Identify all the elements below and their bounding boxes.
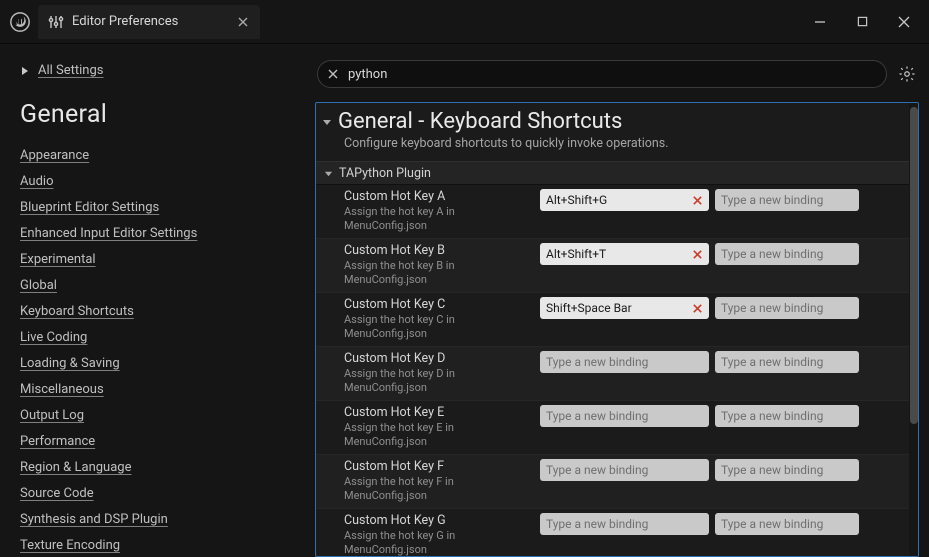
binding-value: Shift+Space Bar — [546, 301, 632, 315]
shortcut-title: Custom Hot Key D — [344, 351, 534, 367]
search-field-wrap — [317, 60, 887, 88]
sidebar-item-blueprint-editor-settings[interactable]: Blueprint Editor Settings — [20, 195, 315, 221]
sidebar-item-synthesis-and-dsp-plugin[interactable]: Synthesis and DSP Plugin — [20, 507, 315, 533]
binding-clear-button[interactable] — [689, 300, 705, 316]
sidebar-item-keyboard-shortcuts[interactable]: Keyboard Shortcuts — [20, 299, 315, 325]
shortcut-title: Custom Hot Key E — [344, 405, 534, 421]
window-minimize-button[interactable] — [799, 7, 841, 37]
content-pane: General - Keyboard Shortcuts Configure k… — [315, 44, 929, 557]
binding-secondary-input[interactable]: Type a new binding — [715, 459, 859, 481]
shortcut-row: Custom Hot Key BAssign the hot key B in … — [316, 239, 910, 293]
tab-editor-preferences[interactable]: Editor Preferences — [38, 5, 260, 39]
window-maximize-button[interactable] — [841, 7, 883, 37]
shortcut-row: Custom Hot Key FAssign the hot key F in … — [316, 455, 910, 509]
sidebar-item-performance[interactable]: Performance — [20, 429, 315, 455]
sidebar-item-output-log[interactable]: Output Log — [20, 403, 315, 429]
binding-value: Alt+Shift+G — [546, 193, 607, 207]
sidebar-item-appearance[interactable]: Appearance — [20, 143, 315, 169]
settings-gear-button[interactable] — [895, 62, 919, 86]
group-collapse-icon — [324, 169, 333, 178]
settings-panel: General - Keyboard Shortcuts Configure k… — [315, 102, 919, 557]
main-area: All Settings General AppearanceAudioBlue… — [0, 44, 929, 557]
binding-primary-input[interactable]: Alt+Shift+G — [540, 189, 709, 211]
shortcut-row: Custom Hot Key EAssign the hot key E in … — [316, 401, 910, 455]
binding-clear-button[interactable] — [689, 246, 705, 262]
sidebar-item-experimental[interactable]: Experimental — [20, 247, 315, 273]
section-subtitle: Configure keyboard shortcuts to quickly … — [316, 136, 918, 161]
shortcut-description: Assign the hot key D in MenuConfig.json — [344, 367, 534, 395]
sidebar-item-audio[interactable]: Audio — [20, 169, 315, 195]
search-input[interactable] — [348, 67, 876, 82]
shortcut-title: Custom Hot Key G — [344, 513, 534, 529]
panel-scrollbar[interactable] — [909, 103, 919, 556]
shortcut-title: Custom Hot Key F — [344, 459, 534, 475]
section-collapse-icon[interactable] — [322, 117, 332, 127]
shortcut-description: Assign the hot key E in MenuConfig.json — [344, 421, 534, 449]
sidebar-item-loading-saving[interactable]: Loading & Saving — [20, 351, 315, 377]
shortcut-title: Custom Hot Key B — [344, 243, 534, 259]
shortcut-description: Assign the hot key C in MenuConfig.json — [344, 313, 534, 341]
binding-secondary-input[interactable]: Type a new binding — [715, 405, 859, 427]
shortcut-title: Custom Hot Key C — [344, 297, 534, 313]
binding-primary-input[interactable]: Type a new binding — [540, 513, 709, 535]
shortcut-row: Custom Hot Key DAssign the hot key D in … — [316, 347, 910, 401]
tab-label: Editor Preferences — [72, 14, 178, 29]
binding-secondary-input[interactable]: Type a new binding — [715, 189, 859, 211]
binding-clear-button[interactable] — [689, 192, 705, 208]
sidebar-item-miscellaneous[interactable]: Miscellaneous — [20, 377, 315, 403]
expand-icon[interactable] — [20, 66, 30, 76]
shortcut-row: Custom Hot Key GAssign the hot key G in … — [316, 509, 910, 556]
sidebar-item-source-code[interactable]: Source Code — [20, 481, 315, 507]
binding-value: Alt+Shift+T — [546, 247, 606, 261]
panel-scrollbar-thumb[interactable] — [910, 107, 918, 424]
binding-primary-input[interactable]: Shift+Space Bar — [540, 297, 709, 319]
sliders-icon — [48, 14, 64, 30]
section-title: General - Keyboard Shortcuts — [338, 109, 622, 134]
sidebar-item-texture-encoding[interactable]: Texture Encoding — [20, 533, 315, 557]
shortcut-description: Assign the hot key A in MenuConfig.json — [344, 205, 534, 233]
sidebar: All Settings General AppearanceAudioBlue… — [0, 44, 315, 557]
binding-secondary-input[interactable]: Type a new binding — [715, 513, 859, 535]
shortcut-row: Custom Hot Key CAssign the hot key C in … — [316, 293, 910, 347]
shortcut-description: Assign the hot key B in MenuConfig.json — [344, 259, 534, 287]
sidebar-item-region-language[interactable]: Region & Language — [20, 455, 315, 481]
binding-primary-input[interactable]: Type a new binding — [540, 459, 709, 481]
unreal-logo-icon — [8, 10, 32, 34]
binding-secondary-input[interactable]: Type a new binding — [715, 243, 859, 265]
group-header[interactable]: TAPython Plugin — [316, 161, 918, 185]
tab-close-button[interactable] — [234, 13, 252, 31]
all-settings-link[interactable]: All Settings — [38, 58, 104, 84]
binding-primary-input[interactable]: Type a new binding — [540, 405, 709, 427]
binding-secondary-input[interactable]: Type a new binding — [715, 351, 859, 373]
sidebar-item-live-coding[interactable]: Live Coding — [20, 325, 315, 351]
window-close-button[interactable] — [883, 7, 925, 37]
search-clear-button[interactable] — [324, 65, 342, 83]
sidebar-item-global[interactable]: Global — [20, 273, 315, 299]
shortcut-title: Custom Hot Key A — [344, 189, 534, 205]
sidebar-category-title: General — [20, 100, 315, 129]
binding-primary-input[interactable]: Alt+Shift+T — [540, 243, 709, 265]
shortcut-description: Assign the hot key G in MenuConfig.json — [344, 529, 534, 556]
sidebar-item-enhanced-input-editor-settings[interactable]: Enhanced Input Editor Settings — [20, 221, 315, 247]
group-title: TAPython Plugin — [339, 166, 431, 181]
binding-secondary-input[interactable]: Type a new binding — [715, 297, 859, 319]
binding-primary-input[interactable]: Type a new binding — [540, 351, 709, 373]
shortcut-row: Custom Hot Key AAssign the hot key A in … — [316, 185, 910, 239]
shortcut-description: Assign the hot key F in MenuConfig.json — [344, 475, 534, 503]
title-bar: Editor Preferences — [0, 0, 929, 44]
